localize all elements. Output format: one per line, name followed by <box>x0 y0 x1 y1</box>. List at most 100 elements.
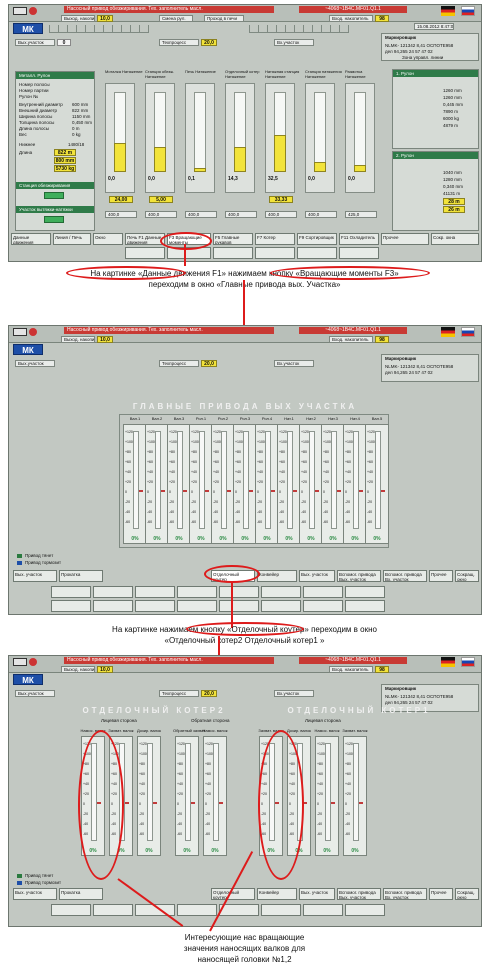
f9-button[interactable]: F9 Сортировщик <box>297 233 337 245</box>
coater-2-title: ОТДЕЛОЧНЫЙ КОТЕР2 <box>82 706 226 715</box>
out-section-button[interactable]: Вых. участок <box>13 888 57 900</box>
alarm-message[interactable]: Насосный привод обезжиривания. Тех. запо… <box>64 327 274 334</box>
aux-drives-out-button[interactable]: Вспомог. привода Вых. участок <box>337 570 381 582</box>
drive-tick: 0 <box>345 802 347 806</box>
movement-data-button[interactable]: Данные движения <box>11 233 51 245</box>
drive-tick: -40 <box>367 510 373 514</box>
drive-tick: -60 <box>213 520 219 524</box>
drive-tick: +60 <box>191 460 197 464</box>
f-row-button[interactable] <box>345 904 385 916</box>
f-row-button[interactable] <box>51 904 91 916</box>
f-row-button[interactable] <box>345 586 385 598</box>
aux-drives-out-button[interactable]: Вспомог. привода Вых. участок <box>337 888 381 900</box>
marking-label: Маркировщик <box>385 356 417 361</box>
short-window-button[interactable]: Сокращ. окно <box>455 570 479 582</box>
f-row-button[interactable] <box>261 586 301 598</box>
drive-tick: +20 <box>177 792 183 796</box>
drive-tick: +40 <box>235 470 241 474</box>
other-button[interactable]: Прочее <box>429 570 453 582</box>
drive-tick: +80 <box>235 450 241 454</box>
f-row-button[interactable] <box>219 586 259 598</box>
aux-drives-in-button[interactable]: Вспомог. привода Вх. участок <box>383 570 427 582</box>
f-row-button[interactable] <box>303 600 343 612</box>
aux-drives-in-button[interactable]: Вспомог. привода Вх. участок <box>383 888 427 900</box>
coil-panel-title: Металл. Рулон <box>16 72 94 79</box>
f6-button[interactable] <box>213 247 253 259</box>
drive-tick: 0 <box>169 490 171 494</box>
rolling-button[interactable]: Прокатка <box>59 570 103 582</box>
drive-label: Дозир. валок <box>286 728 312 733</box>
f-row-button[interactable] <box>177 904 217 916</box>
f-row-button[interactable] <box>261 904 301 916</box>
russian-flag-icon[interactable] <box>461 6 475 16</box>
drive-label: Намос. валок <box>202 728 228 733</box>
mail-icon[interactable] <box>13 328 27 336</box>
f-row-button[interactable] <box>93 600 133 612</box>
out-section-button[interactable]: Вых. участок <box>13 570 57 582</box>
out-section-button-2[interactable]: Вых. участок <box>299 888 335 900</box>
drive-tick: +100 <box>279 440 287 444</box>
f-row-button[interactable] <box>135 600 175 612</box>
drive-tick: +60 <box>345 772 351 776</box>
f2-button[interactable] <box>125 247 165 259</box>
f-row-button[interactable] <box>51 600 91 612</box>
station-degrease[interactable]: Станция обезжиривания <box>16 182 94 189</box>
mail-icon[interactable] <box>13 658 27 666</box>
russian-flag-icon[interactable] <box>461 327 475 337</box>
drive-tick: -40 <box>345 510 351 514</box>
drive-percent: 0% <box>131 536 139 542</box>
section-tech: Техпроцесс <box>159 39 199 46</box>
alarm-message[interactable]: Насосный привод обезжиривания. Тех. запо… <box>64 657 274 664</box>
other-button[interactable]: Прочее <box>429 888 453 900</box>
alarm-message[interactable]: Насосный привод обезжиривания. Тех. запо… <box>64 6 274 13</box>
f-row-button[interactable] <box>261 600 301 612</box>
other-button[interactable]: Прочее <box>381 233 429 245</box>
german-flag-icon[interactable] <box>441 6 455 16</box>
f-row-button[interactable] <box>303 586 343 598</box>
station-stretch[interactable]: Участок вытяжки-натяжки <box>16 206 94 213</box>
function-buttons-1b <box>11 247 479 260</box>
mail-icon[interactable] <box>13 7 27 15</box>
drive-tick: +80 <box>139 762 145 766</box>
drive-tick: +40 <box>139 782 145 786</box>
f-row-button[interactable] <box>219 600 259 612</box>
drive-tick: +40 <box>125 470 131 474</box>
drive-tick: -20 <box>169 500 175 504</box>
f-row-button[interactable] <box>93 586 133 598</box>
russian-flag-icon[interactable] <box>461 657 475 667</box>
f10-button[interactable] <box>297 247 337 259</box>
out-section-button-2[interactable]: Вых. участок <box>299 570 335 582</box>
short-window-button[interactable]: Сокр. окна <box>431 233 479 245</box>
german-flag-icon[interactable] <box>441 327 455 337</box>
f-row-button[interactable] <box>177 586 217 598</box>
f12-button[interactable] <box>339 247 379 259</box>
f-row-button[interactable] <box>93 904 133 916</box>
drive-percent: 0% <box>241 536 249 542</box>
torque-value: 33,33 <box>269 196 293 203</box>
german-flag-icon[interactable] <box>441 657 455 667</box>
f-row-button[interactable] <box>135 586 175 598</box>
f-row-button[interactable] <box>345 600 385 612</box>
f11-button[interactable]: F11 Охладитель <box>339 233 379 245</box>
f-row-button[interactable] <box>219 904 259 916</box>
window-button[interactable]: Окно <box>93 233 123 245</box>
drive-marker <box>139 490 143 492</box>
drive-percent: 0% <box>307 536 315 542</box>
line-furnace-button[interactable]: Линия / Печь <box>53 233 91 245</box>
f-row-button[interactable] <box>303 904 343 916</box>
in-store-label: Вход. накопитель <box>329 336 373 343</box>
f5-button[interactable]: F5 Главные рукавов <box>213 233 253 245</box>
conveyor-button[interactable]: Конвейер <box>257 888 297 900</box>
rolling-button[interactable]: Прокатка <box>59 888 103 900</box>
drive-tick: +60 <box>345 460 351 464</box>
drive-track <box>199 431 205 529</box>
f-row-button[interactable] <box>177 600 217 612</box>
short-window-button[interactable]: Сокращ. окно <box>455 888 479 900</box>
f1-movement-button[interactable]: Печь F1 Данные движения <box>125 233 165 245</box>
f7-button[interactable]: F7 Котер <box>255 233 295 245</box>
f-row-button[interactable] <box>51 586 91 598</box>
caption-3-line-3: наносящей головки №1,2 <box>197 955 292 964</box>
f8-button[interactable] <box>255 247 295 259</box>
coil-field: Номер полосы <box>19 82 50 87</box>
conveyor-button[interactable]: Конвейер <box>257 570 297 582</box>
